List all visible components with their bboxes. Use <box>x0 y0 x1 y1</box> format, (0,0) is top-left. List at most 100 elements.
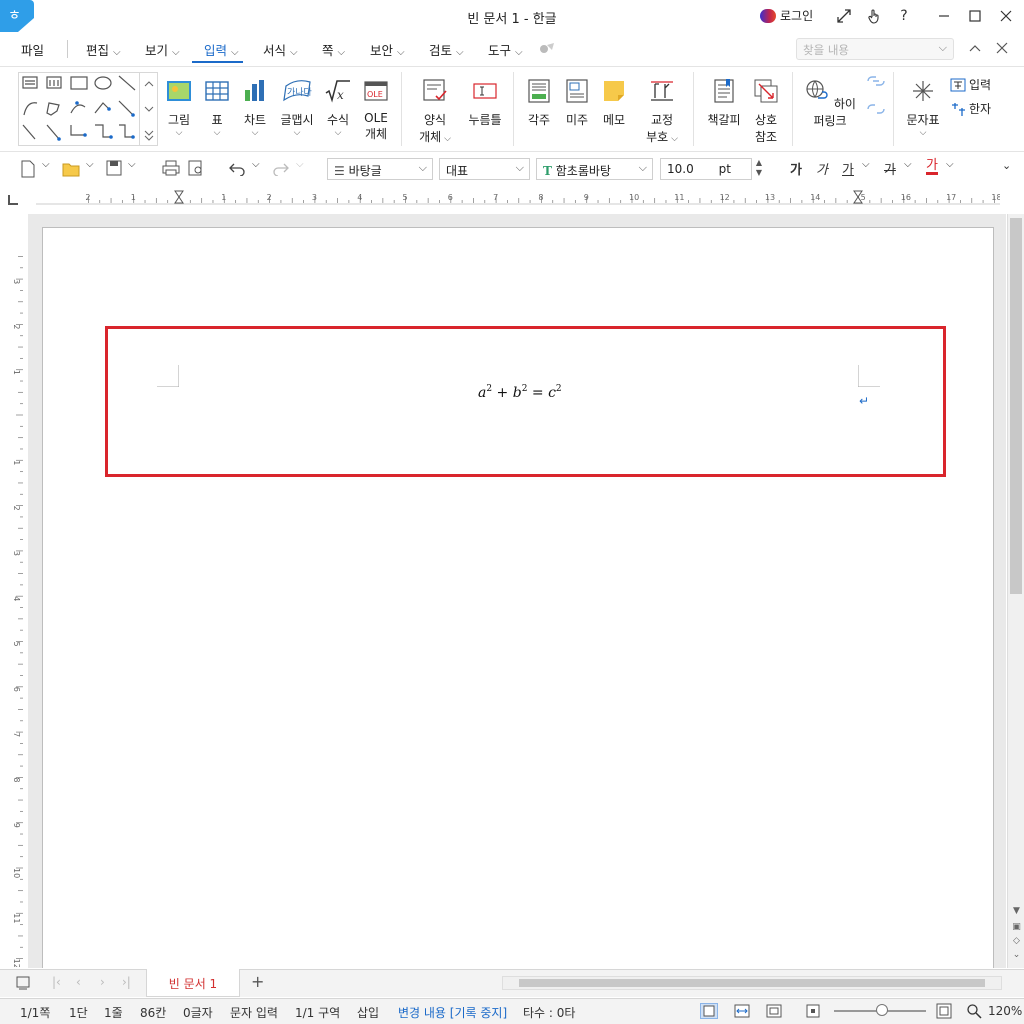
help-icon[interactable]: ? <box>894 6 914 26</box>
chevron-down-icon[interactable]: ⌵ <box>86 159 94 170</box>
close-document-icon[interactable] <box>996 42 1008 54</box>
status-page[interactable]: 1/1쪽 <box>20 1004 50 1021</box>
insert-picture-button[interactable]: 그림 ⌵ <box>164 78 194 138</box>
redo-icon[interactable] <box>272 160 290 176</box>
insert-field-button[interactable]: 누름틀 <box>466 78 504 128</box>
chevron-down-icon[interactable]: ⌵ <box>42 159 50 170</box>
status-insert-mode[interactable]: 삽입 <box>357 1004 379 1021</box>
font-size-input[interactable]: 10.0 pt <box>660 158 752 180</box>
page-nav-icon[interactable]: ◇ <box>1010 934 1023 948</box>
vertical-scrollbar[interactable]: ▼ ▣ ◇ ⌄ <box>1007 214 1024 968</box>
gallery-scrollbar[interactable] <box>139 73 157 145</box>
vertical-scroll-thumb[interactable] <box>1010 218 1022 594</box>
print-icon[interactable] <box>162 160 180 176</box>
prev-tab-icon[interactable]: ‹ <box>76 975 81 989</box>
left-indent-marker[interactable] <box>174 190 184 204</box>
paragraph-style-select[interactable]: ☰ 바탕글 ⌵ <box>327 158 433 180</box>
menu-page[interactable]: 쪽 ⌵ <box>322 40 345 59</box>
zoom-slider-knob[interactable] <box>876 1004 888 1016</box>
insert-memo-button[interactable]: 메모 <box>600 78 628 128</box>
status-input-mode[interactable]: 문자 입력 <box>230 1004 278 1021</box>
undo-icon[interactable] <box>228 160 246 176</box>
unlink-icon[interactable] <box>866 102 886 116</box>
zoom-out-icon[interactable] <box>805 1003 821 1019</box>
zoom-level[interactable]: 120% <box>988 1004 1022 1018</box>
last-tab-icon[interactable]: ›| <box>122 975 131 989</box>
magnifier-icon[interactable] <box>966 1003 982 1019</box>
insert-cross-reference-button[interactable]: 상호 참조 <box>751 78 781 145</box>
insert-chart-button[interactable]: 차트 ⌵ <box>240 78 270 138</box>
fit-width-icon[interactable] <box>733 1003 751 1019</box>
normal-view-icon[interactable] <box>700 1003 718 1019</box>
insert-form-object-button[interactable]: 양식 개체 ⌵ <box>418 78 452 145</box>
menu-format[interactable]: 서식 ⌵ <box>263 40 298 59</box>
maximize-icon[interactable] <box>965 6 985 26</box>
zoom-in-icon[interactable] <box>936 1003 952 1019</box>
minimize-icon[interactable] <box>934 6 954 26</box>
open-folder-icon[interactable] <box>62 161 80 177</box>
shapes-icon[interactable] <box>19 73 139 145</box>
chevron-down-icon[interactable]: ⌵ <box>128 159 136 170</box>
horizontal-ruler[interactable]: 2 1 1 2 3 4 5 6 7 8 9 10 11 12 13 14 15 16 17 18 <box>36 189 1000 211</box>
insert-footnote-button[interactable]: 각주 <box>525 78 553 128</box>
language-select[interactable]: 대표 ⌵ <box>439 158 530 180</box>
chevron-down-icon[interactable]: ⌵ <box>904 159 912 170</box>
insert-table-button[interactable]: 표 ⌵ <box>203 78 231 138</box>
hanja-button[interactable]: 한자 <box>950 100 991 117</box>
fit-page-icon[interactable] <box>765 1003 783 1019</box>
menu-edit[interactable]: 편집 ⌵ <box>86 40 121 59</box>
add-tab-icon[interactable]: + <box>251 972 264 991</box>
insert-ole-object-button[interactable]: OLE OLE 개체 <box>361 78 391 142</box>
insert-bookmark-button[interactable]: 책갈피 <box>705 78 743 128</box>
underline-button[interactable]: 가 <box>842 159 854 178</box>
tab-blank-document-1[interactable]: 빈 문서 1 <box>146 969 240 997</box>
print-preview-icon[interactable] <box>187 160 205 176</box>
chevron-down-icon[interactable]: ⌵ <box>946 159 954 170</box>
gallery-scroll-arrows-icon[interactable] <box>140 73 158 147</box>
bold-button[interactable]: 가 <box>790 159 802 178</box>
insert-hyperlink-button[interactable]: 하이퍼링크 <box>800 78 860 129</box>
strikethrough-button[interactable]: 가 <box>884 159 896 178</box>
menu-security[interactable]: 보안 ⌵ <box>370 40 405 59</box>
page-up-icon[interactable]: ▣ <box>1010 920 1023 934</box>
save-icon[interactable] <box>106 160 122 176</box>
scroll-down-arrow-icon[interactable]: ▼ <box>1010 904 1023 918</box>
horizontal-scrollbar[interactable] <box>502 976 1002 990</box>
menu-review[interactable]: 검토 ⌵ <box>429 40 464 59</box>
ruler-corner-icon[interactable] <box>8 195 18 205</box>
status-track-changes[interactable]: 변경 내용 [기록 중지] <box>398 1004 507 1021</box>
font-color-button[interactable]: 가 <box>926 159 938 175</box>
menu-insert[interactable]: 입력 ⌵ <box>192 40 243 63</box>
link-icon[interactable] <box>866 74 886 88</box>
touch-mode-icon[interactable] <box>864 6 884 26</box>
chevron-down-icon[interactable]: ⌵ <box>252 159 260 170</box>
login-button[interactable]: 로그인 <box>760 7 813 24</box>
collapse-ribbon-icon[interactable] <box>968 43 982 53</box>
equation-object[interactable]: a2 + b2 = c2 <box>478 384 562 401</box>
menu-file[interactable]: 파일 <box>21 40 44 59</box>
kanji-input-button[interactable]: 입력 <box>950 76 991 93</box>
menu-view[interactable]: 보기 ⌵ <box>145 40 180 59</box>
italic-button[interactable]: 가 <box>816 159 828 178</box>
search-input[interactable]: 찾을 내용 ⌵ <box>796 38 954 60</box>
insert-proofreading-mark-button[interactable]: 교정 부호 ⌵ <box>644 78 680 145</box>
fullscreen-icon[interactable] <box>834 6 854 26</box>
tab-list-icon[interactable] <box>16 976 30 990</box>
vertical-ruler[interactable]: 321123456789101112 <box>4 215 26 967</box>
menu-tools[interactable]: 도구 ⌵ <box>488 40 523 59</box>
new-document-icon[interactable] <box>20 160 36 178</box>
insert-wordart-button[interactable]: 가나다 글맵시 ⌵ <box>278 78 316 138</box>
horizontal-scroll-thumb[interactable] <box>519 979 985 987</box>
chevron-down-icon[interactable]: ⌵ <box>862 159 870 170</box>
font-select[interactable]: T 함초롬바탕 ⌵ <box>536 158 653 180</box>
next-tab-icon[interactable]: › <box>100 975 105 989</box>
close-icon[interactable] <box>996 6 1016 26</box>
toolbar-overflow-icon[interactable]: ⌄ <box>1002 159 1011 172</box>
insert-endnote-button[interactable]: 미주 <box>563 78 591 128</box>
shape-gallery[interactable] <box>18 72 158 146</box>
font-size-spinner[interactable]: ▲ ▼ <box>752 158 766 180</box>
first-tab-icon[interactable]: |‹ <box>52 975 61 989</box>
share-icon[interactable] <box>538 41 556 57</box>
insert-formula-button[interactable]: x 수식 ⌵ <box>323 78 353 138</box>
page-down-icon[interactable]: ⌄ <box>1010 948 1023 962</box>
